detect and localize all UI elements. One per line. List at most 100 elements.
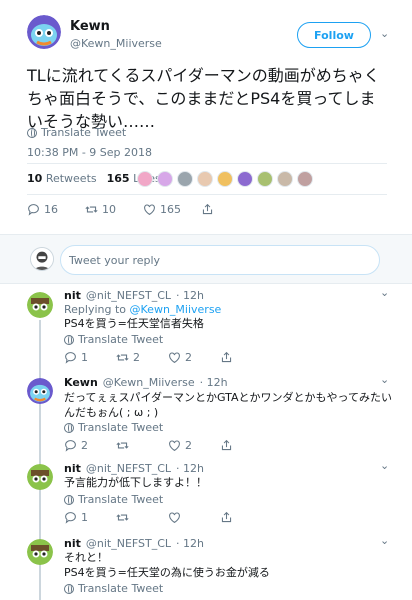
globe-icon (64, 494, 74, 505)
tweet-reply-input[interactable]: Tweet your reply (60, 245, 380, 275)
liker-avatar[interactable] (257, 171, 273, 187)
tweet-timestamp[interactable]: 10:38 PM - 9 Sep 2018 (27, 146, 152, 159)
chevron-down-icon[interactable]: ⌄ (380, 459, 389, 472)
liker-avatar[interactable] (137, 171, 153, 187)
reply-composer: Tweet your reply (0, 234, 412, 284)
like-button[interactable]: 2 (168, 351, 220, 364)
retweets-stat[interactable]: 10 Retweets (27, 172, 97, 185)
liker-avatar[interactable] (197, 171, 213, 187)
reply-author-name[interactable]: Kewn (64, 376, 98, 389)
retweet-button[interactable]: 2 (116, 351, 168, 364)
follow-button[interactable]: Follow (297, 22, 371, 48)
reply-author-handle[interactable]: @Kewn_Miiverse (103, 376, 195, 389)
user-avatar (30, 247, 54, 271)
share-button[interactable] (201, 203, 214, 216)
retweet-icon (85, 206, 98, 213)
like-count: 165 (160, 203, 181, 216)
reply-count: 16 (44, 203, 58, 216)
liker-avatar[interactable] (277, 171, 293, 187)
retweet-icon (116, 354, 129, 361)
reply-button[interactable]: 16 (27, 203, 85, 216)
retweet-icon (116, 442, 129, 449)
author-handle[interactable]: @Kewn_Miiverse (70, 37, 162, 50)
author-name[interactable]: Kewn (70, 19, 110, 34)
reply-time[interactable]: · 12h (176, 537, 204, 550)
reply-text: それと！ (64, 551, 108, 564)
like-button[interactable] (168, 511, 220, 524)
nit-avatar[interactable] (27, 464, 53, 490)
reply-time[interactable]: · 12h (200, 376, 228, 389)
chevron-down-icon[interactable]: ⌄ (380, 534, 389, 547)
like-button[interactable]: 165 (143, 203, 201, 216)
reply-icon (65, 352, 76, 364)
reply-time[interactable]: · 12h (176, 462, 204, 475)
share-icon (221, 439, 232, 451)
divider (27, 163, 387, 164)
reply-tweet: nit @nit_NEFST_CL · 12h ⌄ それと！ PS4を買う=任天… (0, 533, 412, 600)
kewn-avatar[interactable] (27, 378, 53, 404)
reply-icon (65, 512, 76, 524)
nit-avatar[interactable] (27, 539, 53, 565)
reply-author-name[interactable]: nit (64, 289, 81, 302)
reply-button[interactable]: 1 (64, 511, 116, 524)
translate-tweet-link[interactable]: Translate Tweet (64, 493, 163, 506)
reply-author-name[interactable]: nit (64, 537, 81, 550)
reply-text: だってぇぇスパイダーマンとかGTAとかワンダとかもやってみたいんだもぉん( ; … (64, 391, 392, 419)
reply-author-handle[interactable]: @nit_NEFST_CL (86, 289, 171, 302)
share-button[interactable] (220, 511, 233, 524)
reply-author-handle[interactable]: @nit_NEFST_CL (86, 537, 171, 550)
replying-to-link[interactable]: @Kewn_Miiverse (130, 303, 222, 316)
reply-time[interactable]: · 12h (176, 289, 204, 302)
kewn-avatar[interactable] (27, 15, 61, 49)
share-button[interactable] (220, 439, 233, 452)
reply-tweet: Kewn @Kewn_Miiverse · 12h ⌄ だってぇぇスパイダーマン… (0, 372, 412, 462)
retweet-button[interactable]: 10 (85, 203, 143, 216)
retweet-button[interactable] (116, 439, 168, 452)
reply-button[interactable]: 2 (64, 439, 116, 452)
globe-icon (27, 127, 37, 138)
like-button[interactable]: 2 (168, 439, 220, 452)
share-button[interactable] (220, 351, 233, 364)
heart-icon (169, 512, 180, 523)
globe-icon (64, 334, 74, 345)
reply-text: 予言能力が低下しますよ！！ (64, 476, 207, 489)
tweet-actions: 16 10 165 (27, 203, 214, 216)
translate-tweet-link[interactable]: Translate Tweet (64, 582, 163, 595)
tweet-text: TLに流れてくるスパイダーマンの動画がめちゃくちゃ面白そうで、このままだとPS4… (27, 66, 380, 131)
reply-text: PS4を買う=任天堂信者失格 (64, 317, 204, 330)
globe-icon (64, 583, 74, 594)
reply-author-handle[interactable]: @nit_NEFST_CL (86, 462, 171, 475)
reply-icon (28, 204, 39, 216)
retweet-button[interactable] (116, 511, 168, 524)
reply-button[interactable]: 1 (64, 351, 116, 364)
likers-avatars (137, 171, 313, 187)
liker-avatar[interactable] (177, 171, 193, 187)
liker-avatar[interactable] (157, 171, 173, 187)
liker-avatar[interactable] (217, 171, 233, 187)
reply-icon (65, 440, 76, 452)
share-icon (221, 351, 232, 363)
heart-icon (169, 440, 180, 451)
share-icon (221, 511, 232, 523)
heart-icon (169, 352, 180, 363)
reply-tweet: nit @nit_NEFST_CL · 12h ⌄ Replying to @K… (0, 285, 412, 372)
liker-avatar[interactable] (237, 171, 253, 187)
translate-tweet-link[interactable]: Translate Tweet (27, 126, 126, 139)
globe-icon (64, 422, 74, 433)
retweet-count: 10 (102, 203, 116, 216)
chevron-down-icon[interactable]: ⌄ (380, 286, 389, 299)
share-icon (202, 203, 213, 215)
reply-tweet: nit @nit_NEFST_CL · 12h ⌄ 予言能力が低下しますよ！！ … (0, 458, 412, 533)
retweet-icon (116, 514, 129, 521)
heart-icon (144, 204, 155, 215)
replying-to: Replying to @Kewn_Miiverse (64, 303, 222, 316)
chevron-down-icon[interactable]: ⌄ (380, 27, 389, 40)
reply-author-name[interactable]: nit (64, 462, 81, 475)
translate-tweet-link[interactable]: Translate Tweet (64, 421, 163, 434)
liker-avatar[interactable] (297, 171, 313, 187)
divider (27, 194, 387, 195)
translate-tweet-link[interactable]: Translate Tweet (64, 333, 163, 346)
reply-placeholder: Tweet your reply (69, 253, 161, 267)
nit-avatar[interactable] (27, 292, 53, 318)
chevron-down-icon[interactable]: ⌄ (380, 373, 389, 386)
